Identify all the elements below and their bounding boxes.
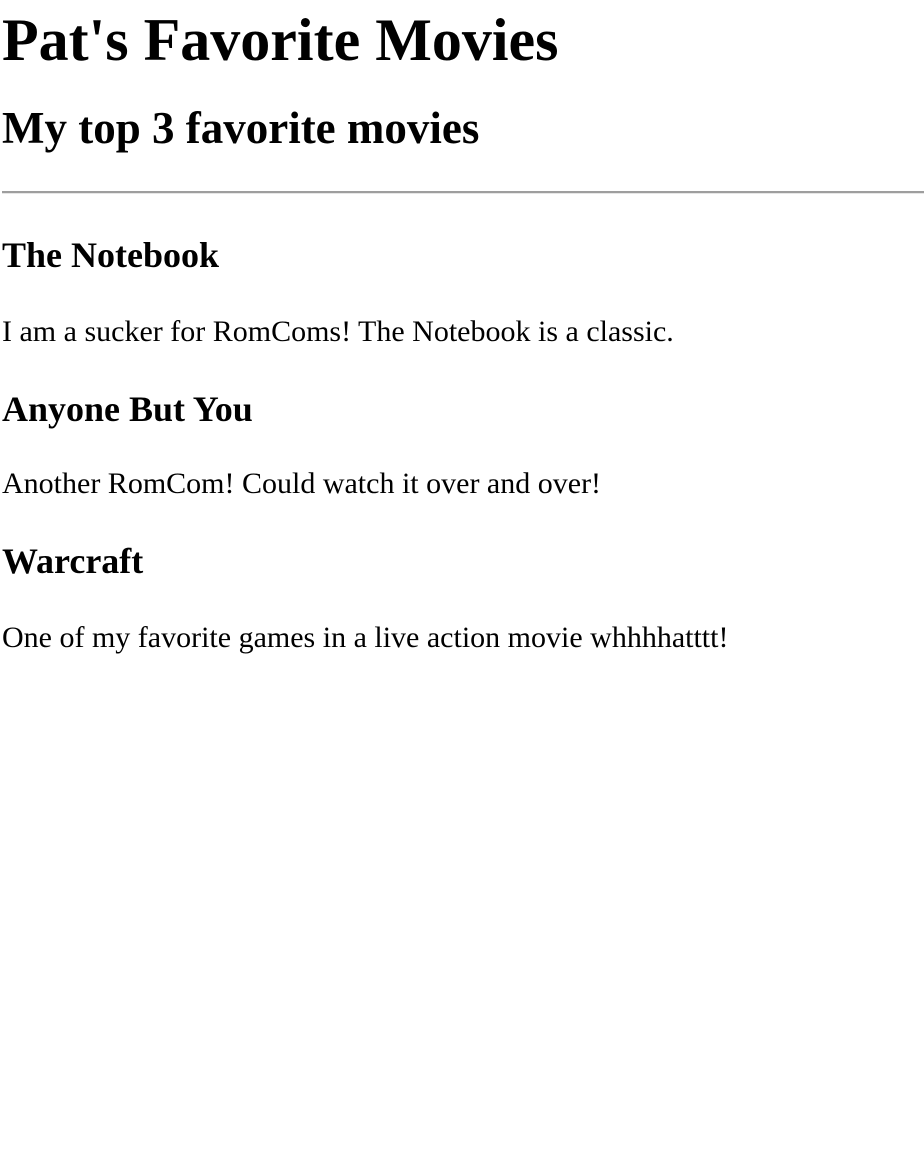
movie-item: Anyone But You Another RomCom! Could wat… xyxy=(2,391,924,499)
page-title: Pat's Favorite Movies xyxy=(2,7,559,73)
movie-item: The Notebook I am a sucker for RomComs! … xyxy=(2,237,924,347)
movie-title: Anyone But You xyxy=(2,389,253,429)
page-content: Pat's Favorite Movies My top 3 favorite … xyxy=(0,10,924,653)
movie-description: One of my favorite games in a live actio… xyxy=(2,621,729,654)
movie-title: The Notebook xyxy=(2,235,220,275)
page-subtitle: My top 3 favorite movies xyxy=(2,103,480,153)
movie-title: Warcraft xyxy=(2,541,144,581)
movie-description: Another RomCom! Could watch it over and … xyxy=(2,467,602,500)
section-divider xyxy=(2,191,924,194)
movie-item: Warcraft One of my favorite games in a l… xyxy=(2,543,924,653)
movie-description: I am a sucker for RomComs! The Notebook … xyxy=(2,315,674,348)
